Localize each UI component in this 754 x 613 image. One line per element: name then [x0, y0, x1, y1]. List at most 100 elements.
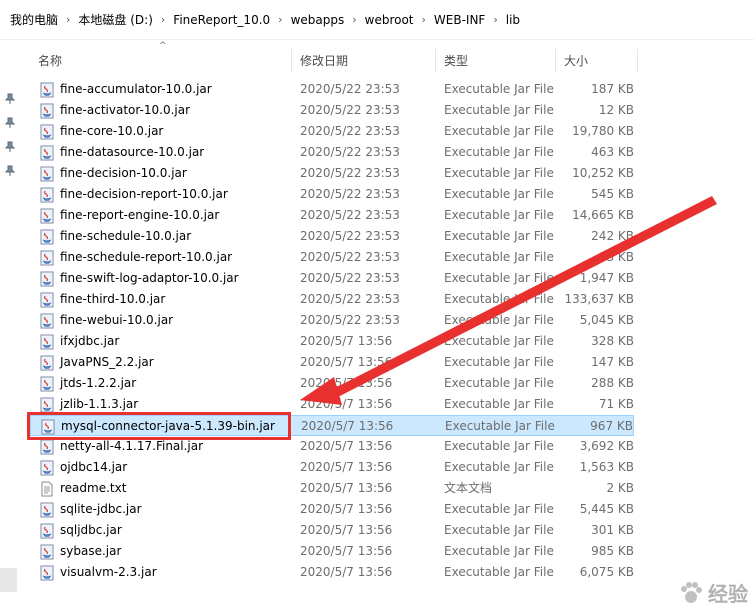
file-row[interactable]: netty-all-4.1.17.Final.jar 2020/5/7 13:56…: [30, 436, 634, 457]
file-row[interactable]: fine-decision-report-10.0.jar 2020/5/22 2…: [30, 184, 634, 205]
chevron-right-icon[interactable]: ›: [161, 13, 165, 26]
jar-icon: [39, 82, 55, 98]
file-date: 2020/5/7 13:56: [300, 544, 393, 558]
file-size: 463 KB: [591, 145, 634, 159]
file-size: 14,665 KB: [572, 208, 634, 222]
file-date: 2020/5/7 13:56: [300, 397, 393, 411]
breadcrumb-item-drive[interactable]: 本地磁盘 (D:): [78, 11, 152, 28]
file-name: fine-decision-10.0.jar: [60, 166, 187, 180]
file-row[interactable]: fine-accumulator-10.0.jar 2020/5/22 23:53…: [30, 79, 634, 100]
pin-icon[interactable]: [4, 141, 16, 153]
file-date: 2020/5/22 23:53: [300, 208, 400, 222]
file-row[interactable]: sqljdbc.jar 2020/5/7 13:56 Executable Jar …: [30, 520, 634, 541]
file-row[interactable]: ojdbc14.jar 2020/5/7 13:56 Executable Jar …: [30, 457, 634, 478]
jar-icon: [39, 523, 55, 539]
breadcrumb-item-computer[interactable]: 我的电脑: [10, 11, 58, 28]
file-row[interactable]: fine-third-10.0.jar 2020/5/22 23:53 Execut…: [30, 289, 634, 310]
file-name: JavaPNS_2.2.jar: [60, 355, 154, 369]
file-row[interactable]: fine-datasource-10.0.jar 2020/5/22 23:53 E…: [30, 142, 634, 163]
file-date: 2020/5/22 23:53: [300, 250, 400, 264]
file-name: fine-report-engine-10.0.jar: [60, 208, 220, 222]
file-name: fine-webui-10.0.jar: [60, 313, 174, 327]
jar-icon: [39, 208, 55, 224]
chevron-right-icon[interactable]: ›: [352, 13, 356, 26]
file-name: sqljdbc.jar: [60, 523, 122, 537]
file-row[interactable]: readme.txt 2020/5/7 13:56 文本文档 2 KB: [30, 478, 634, 499]
file-size: 147 KB: [591, 355, 634, 369]
file-row[interactable]: fine-schedule-report-10.0.jar 2020/5/22 2…: [30, 247, 634, 268]
breadcrumb-item-webapps[interactable]: webapps: [291, 13, 345, 27]
file-size: 1,563 KB: [579, 460, 634, 474]
watermark: 经验: [678, 578, 748, 607]
file-name: fine-swift-log-adaptor-10.0.jar: [60, 271, 239, 285]
chevron-right-icon[interactable]: ›: [493, 13, 497, 26]
file-size: 242 KB: [591, 229, 634, 243]
file-name: jtds-1.2.2.jar: [60, 376, 137, 390]
jar-icon: [39, 460, 55, 476]
file-size: 83 KB: [598, 250, 634, 264]
file-name: visualvm-2.3.jar: [60, 565, 157, 579]
file-row[interactable]: fine-activator-10.0.jar 2020/5/22 23:53 Ex…: [30, 100, 634, 121]
pin-icon[interactable]: [4, 93, 16, 105]
file-row[interactable]: JavaPNS_2.2.jar 2020/5/7 13:56 Executable …: [30, 352, 634, 373]
file-row[interactable]: fine-swift-log-adaptor-10.0.jar 2020/5/22…: [30, 268, 634, 289]
file-size: 12 KB: [598, 103, 634, 117]
file-row[interactable]: ifxjdbc.jar 2020/5/7 13:56 Executable Jar …: [30, 331, 634, 352]
file-name: fine-decision-report-10.0.jar: [60, 187, 228, 201]
file-row[interactable]: fine-core-10.0.jar 2020/5/22 23:53 Executa…: [30, 121, 634, 142]
file-row[interactable]: fine-decision-10.0.jar 2020/5/22 23:53 Exe…: [30, 163, 634, 184]
file-row[interactable]: visualvm-2.3.jar 2020/5/7 13:56 Executable…: [30, 562, 634, 583]
column-header-type[interactable]: 类型: [436, 49, 556, 73]
file-date: 2020/5/22 23:53: [300, 313, 400, 327]
breadcrumb-item-web-inf[interactable]: WEB-INF: [434, 13, 485, 27]
column-header-date[interactable]: 修改日期: [292, 49, 436, 73]
breadcrumb-item-finereport[interactable]: FineReport_10.0: [173, 13, 270, 27]
file-date: 2020/5/22 23:53: [300, 145, 400, 159]
file-size: 328 KB: [591, 334, 634, 348]
file-size: 71 KB: [598, 397, 634, 411]
file-row[interactable]: sybase.jar 2020/5/7 13:56 Executable Jar F…: [30, 541, 634, 562]
file-size: 2 KB: [606, 481, 634, 495]
chevron-right-icon[interactable]: ›: [422, 13, 426, 26]
file-date: 2020/5/7 13:56: [300, 355, 393, 369]
file-name: sqlite-jdbc.jar: [60, 502, 142, 516]
file-size: 6,075 KB: [579, 565, 634, 579]
file-name: fine-datasource-10.0.jar: [60, 145, 205, 159]
file-row[interactable]: mysql-connector-java-5.1.39-bin.jar 2020/…: [30, 415, 634, 436]
file-row[interactable]: jzlib-1.1.3.jar 2020/5/7 13:56 Executable …: [30, 394, 634, 415]
file-row[interactable]: fine-schedule-10.0.jar 2020/5/22 23:53 Exe…: [30, 226, 634, 247]
breadcrumb-item-lib[interactable]: lib: [506, 13, 520, 27]
breadcrumb-item-webroot[interactable]: webroot: [365, 13, 414, 27]
file-row[interactable]: fine-webui-10.0.jar 2020/5/22 23:53 Execut…: [30, 310, 634, 331]
file-size: 545 KB: [591, 187, 634, 201]
file-size: 3,692 KB: [579, 439, 634, 453]
column-header-size[interactable]: 大小: [556, 49, 638, 73]
jar-icon: [39, 376, 55, 392]
chevron-right-icon[interactable]: ›: [278, 13, 282, 26]
column-header-name[interactable]: 名称: [30, 49, 292, 73]
file-row[interactable]: jtds-1.2.2.jar 2020/5/7 13:56 Executable J…: [30, 373, 634, 394]
file-size: 301 KB: [591, 523, 634, 537]
file-size: 5,045 KB: [579, 313, 634, 327]
watermark-text: 经验: [708, 582, 748, 606]
chevron-right-icon[interactable]: ›: [66, 13, 70, 26]
file-type: 文本文档: [444, 481, 493, 495]
file-date: 2020/5/7 13:56: [300, 565, 393, 579]
file-date: 2020/5/7 13:56: [300, 502, 393, 516]
scrollbar[interactable]: [0, 568, 17, 592]
jar-icon: [39, 544, 55, 560]
file-name: jzlib-1.1.3.jar: [60, 397, 139, 411]
file-date: 2020/5/22 23:53: [300, 229, 400, 243]
jar-icon: [39, 187, 55, 203]
file-row[interactable]: sqlite-jdbc.jar 2020/5/7 13:56 Executable …: [30, 499, 634, 520]
navigation-pane: [0, 41, 20, 613]
pin-icon[interactable]: [4, 165, 16, 177]
file-name: sybase.jar: [60, 544, 122, 558]
text-file-icon: [39, 481, 55, 497]
jar-icon: [39, 334, 55, 350]
pin-icon[interactable]: [4, 117, 16, 129]
jar-icon: [39, 292, 55, 308]
file-row[interactable]: fine-report-engine-10.0.jar 2020/5/22 23:…: [30, 205, 634, 226]
file-size: 10,252 KB: [572, 166, 634, 180]
file-date: 2020/5/22 23:53: [300, 292, 400, 306]
